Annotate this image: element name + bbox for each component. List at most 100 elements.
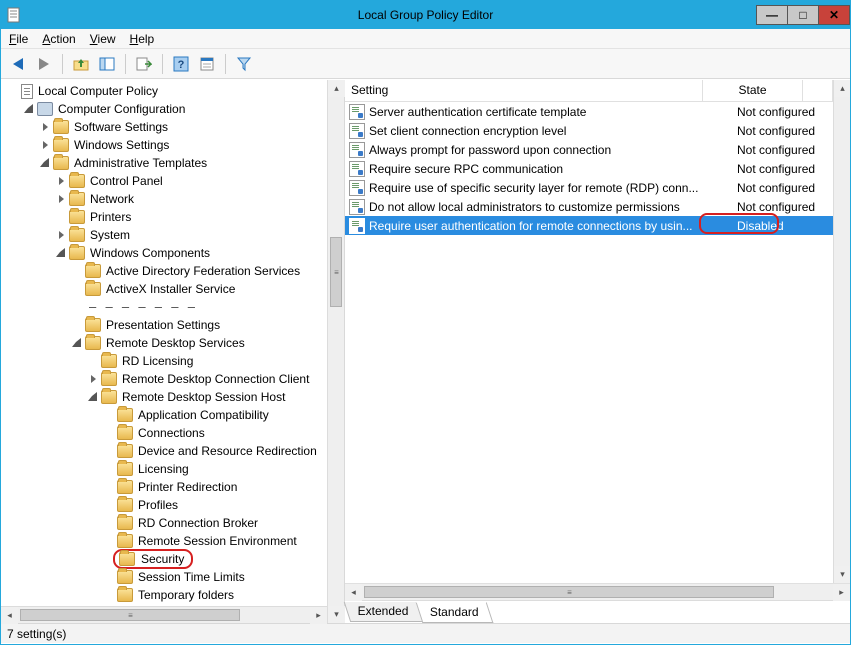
expand-icon[interactable] — [55, 193, 67, 205]
scroll-left-button[interactable]: ◂ — [1, 607, 18, 623]
policy-name: Require use of specific security layer f… — [369, 181, 735, 195]
tree-label: Remote Desktop Services — [103, 335, 248, 351]
tree-windows-components[interactable]: Windows Components — [55, 244, 327, 262]
policy-state: Not configured — [735, 105, 833, 119]
tree-adfs[interactable]: Active Directory Federation Services — [71, 262, 327, 280]
filter-button[interactable] — [233, 53, 255, 75]
collapse-icon[interactable] — [71, 337, 83, 349]
properties-button[interactable] — [196, 53, 218, 75]
tab-extended[interactable]: Extended — [344, 602, 423, 622]
expand-icon[interactable] — [39, 121, 51, 133]
tree-security[interactable]: Security — [103, 550, 327, 568]
tree-vscroll[interactable]: ▴ ≡ ▾ — [327, 80, 344, 623]
show-hide-tree-button[interactable] — [96, 53, 118, 75]
menu-action[interactable]: Action — [42, 32, 75, 46]
tree-profiles[interactable]: Profiles — [103, 496, 327, 514]
column-setting[interactable]: Setting — [345, 80, 703, 101]
tree-printers[interactable]: Printers — [55, 208, 327, 226]
tree-temp-folders[interactable]: Temporary folders — [103, 586, 327, 604]
expand-icon[interactable] — [87, 373, 99, 385]
tree-rd-conn-broker[interactable]: RD Connection Broker — [103, 514, 327, 532]
tree-software-settings[interactable]: Software Settings — [39, 118, 327, 136]
tree-presentation-settings[interactable]: Presentation Settings — [71, 316, 327, 334]
policy-name: Require secure RPC communication — [369, 162, 735, 176]
policy-row[interactable]: Require use of specific security layer f… — [345, 178, 833, 197]
folder-icon — [101, 372, 117, 386]
policy-row[interactable]: Require secure RPC communicationNot conf… — [345, 159, 833, 178]
tree-control-panel[interactable]: Control Panel — [55, 172, 327, 190]
scroll-up-button[interactable]: ▴ — [834, 80, 850, 97]
scroll-left-button[interactable]: ◂ — [345, 584, 362, 601]
tree-label: Connections — [135, 425, 208, 441]
scroll-right-button[interactable]: ▸ — [310, 607, 327, 623]
tabs: Extended Standard — [345, 601, 850, 623]
column-state[interactable]: State — [703, 80, 803, 101]
scroll-thumb[interactable]: ≡ — [20, 609, 240, 621]
scroll-track[interactable]: ≡ — [362, 584, 833, 600]
list-hscroll[interactable]: ◂ ≡ ▸ — [345, 584, 850, 601]
expand-icon[interactable] — [39, 139, 51, 151]
tree-label: Network — [87, 191, 137, 207]
policy-name: Set client connection encryption level — [369, 124, 735, 138]
tree-computer-configuration[interactable]: Computer Configuration — [23, 100, 327, 118]
scroll-thumb[interactable]: ≡ — [330, 237, 342, 307]
scroll-down-button[interactable]: ▾ — [328, 606, 345, 623]
tree-rdsh[interactable]: Remote Desktop Session Host — [87, 388, 327, 406]
scroll-down-button[interactable]: ▾ — [834, 566, 850, 583]
menu-help[interactable]: Help — [130, 32, 155, 46]
list-vscroll[interactable]: ▴ ▾ — [833, 80, 850, 583]
folder-icon — [69, 174, 85, 188]
expand-icon[interactable] — [55, 229, 67, 241]
scroll-track[interactable]: ≡ — [328, 97, 344, 606]
tree-rds[interactable]: Remote Desktop Services — [71, 334, 327, 352]
tree-label: Local Computer Policy — [35, 83, 161, 99]
export-button[interactable] — [133, 53, 155, 75]
help-button[interactable]: ? — [170, 53, 192, 75]
toolbar-separator — [225, 54, 226, 74]
policy-row[interactable]: Always prompt for password upon connecti… — [345, 140, 833, 159]
menu-view[interactable]: View — [90, 32, 116, 46]
tree-windows-settings[interactable]: Windows Settings — [39, 136, 327, 154]
tree-session-time-limits[interactable]: Session Time Limits — [103, 568, 327, 586]
scroll-track[interactable]: ≡ — [18, 607, 310, 623]
menu-file[interactable]: File — [9, 32, 28, 46]
tree-admin-templates[interactable]: Administrative Templates — [39, 154, 327, 172]
minimize-button[interactable]: — — [756, 5, 788, 25]
maximize-button[interactable]: □ — [787, 5, 819, 25]
tree-connections[interactable]: Connections — [103, 424, 327, 442]
up-button[interactable] — [70, 53, 92, 75]
tree-rdc-client[interactable]: Remote Desktop Connection Client — [87, 370, 327, 388]
collapse-icon[interactable] — [55, 247, 67, 259]
tree-network[interactable]: Network — [55, 190, 327, 208]
policy-row[interactable]: Require user authentication for remote c… — [345, 216, 833, 235]
scroll-right-button[interactable]: ▸ — [833, 584, 850, 601]
close-button[interactable]: ✕ — [818, 5, 850, 25]
tab-standard[interactable]: Standard — [415, 602, 493, 623]
tree-remote-session-env[interactable]: Remote Session Environment — [103, 532, 327, 550]
collapse-icon[interactable] — [23, 103, 35, 115]
expand-icon[interactable] — [55, 175, 67, 187]
policy-row[interactable]: Server authentication certificate templa… — [345, 102, 833, 121]
nav-forward-button[interactable] — [33, 53, 55, 75]
scroll-up-button[interactable]: ▴ — [328, 80, 345, 97]
tree-licensing[interactable]: Licensing — [103, 460, 327, 478]
scroll-thumb[interactable]: ≡ — [364, 586, 774, 598]
tree-rd-licensing[interactable]: RD Licensing — [87, 352, 327, 370]
tree-device-redir[interactable]: Device and Resource Redirection — [103, 442, 327, 460]
policy-row[interactable]: Set client connection encryption levelNo… — [345, 121, 833, 140]
policy-root-icon — [21, 84, 33, 99]
tree-app-compat[interactable]: Application Compatibility — [103, 406, 327, 424]
tree-system[interactable]: System — [55, 226, 327, 244]
nav-back-button[interactable] — [7, 53, 29, 75]
policy-row[interactable]: Do not allow local administrators to cus… — [345, 197, 833, 216]
tree-root[interactable]: Local Computer Policy — [7, 82, 327, 100]
tree-activex[interactable]: ActiveX Installer Service — [71, 280, 327, 298]
collapse-icon[interactable] — [39, 157, 51, 169]
svg-text:?: ? — [178, 59, 185, 71]
tree-scroll[interactable]: Local Computer Policy Computer Configura… — [1, 80, 327, 623]
collapse-icon[interactable] — [87, 391, 99, 403]
tree-hscroll[interactable]: ◂ ≡ ▸ — [1, 606, 327, 623]
scroll-track[interactable] — [834, 97, 850, 566]
tree-printer-redir[interactable]: Printer Redirection — [103, 478, 327, 496]
tree-label: RD Licensing — [119, 353, 196, 369]
